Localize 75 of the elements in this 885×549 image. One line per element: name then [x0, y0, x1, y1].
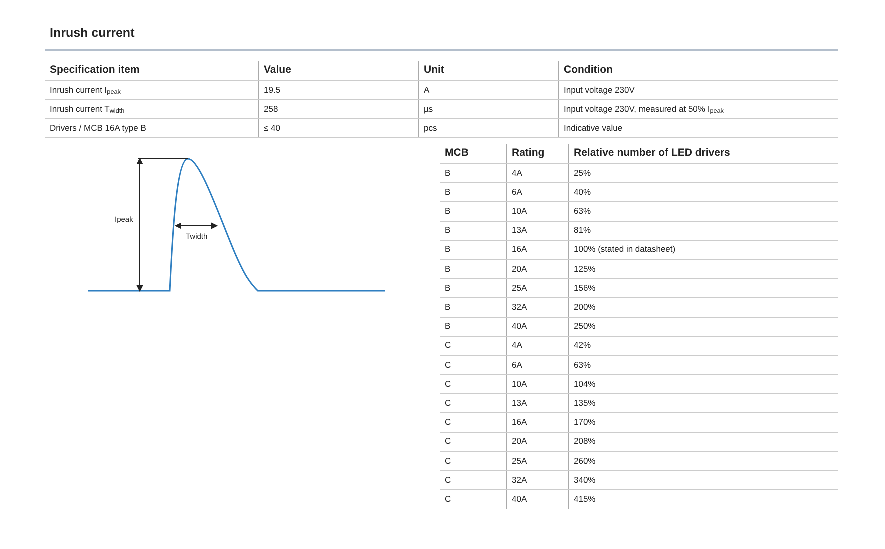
table-cell: C — [445, 454, 452, 468]
table-cell: C — [445, 435, 452, 448]
table-cell: C — [445, 396, 452, 410]
table-cell: ≤ 40 — [264, 122, 280, 134]
table-cell: B — [445, 186, 451, 199]
table-cell: Input voltage 230V, measured at 50% I$_{peak}$ — [564, 102, 724, 116]
table-cell: 25% — [574, 166, 592, 180]
table-cell: 100% (stated in datasheet) — [574, 243, 676, 256]
table-cell: Indicative value — [564, 122, 623, 134]
table-cell: C — [445, 474, 452, 486]
table-cell: 135% — [574, 396, 596, 410]
table-cell: 63% — [574, 205, 592, 218]
table-cell: 13A — [512, 224, 528, 238]
table-cell: 25A — [512, 454, 528, 468]
table-cell: 4A — [512, 339, 522, 352]
column-header: Relative number of LED drivers — [574, 146, 730, 161]
table-cell: 156% — [574, 282, 596, 295]
table-cell: C — [445, 416, 452, 429]
table-cell: 258 — [264, 102, 278, 116]
table-cell: 104% — [574, 378, 596, 391]
table-cell: 25A — [512, 282, 528, 295]
table-cell: 20A — [512, 262, 528, 276]
table-cell: 40A — [512, 320, 528, 333]
table-cell: 19.5 — [264, 84, 281, 96]
table-cell: C — [445, 378, 452, 391]
table-cell: A — [424, 84, 430, 96]
column-header: Condition — [564, 62, 613, 78]
table-cell: 16A — [512, 416, 528, 429]
table-cell: 32A — [512, 474, 528, 486]
table-cell: C — [445, 358, 452, 372]
table-cell: B — [445, 262, 451, 276]
table-cell: 4A — [512, 166, 522, 180]
table-cell: 13A — [512, 396, 528, 410]
table-cell: 40% — [574, 186, 592, 199]
table-cell: 81% — [574, 224, 592, 238]
table-cell: 63% — [574, 358, 592, 372]
table-cell: B — [445, 301, 451, 314]
table-cell: 340% — [574, 474, 596, 486]
table-cell: B — [445, 320, 451, 333]
table-cell: µs — [424, 102, 434, 116]
table-cell: 32A — [512, 301, 528, 314]
table-cell: B — [445, 282, 451, 295]
column-header: MCB — [445, 146, 469, 161]
table-cell: B — [445, 205, 451, 218]
column-header: Rating — [512, 146, 545, 161]
table-cell: C — [445, 339, 452, 352]
width-arrow — [174, 222, 218, 230]
table-cell: Input voltage 230V — [564, 84, 635, 96]
table-cell: B — [445, 166, 451, 180]
table-cell: 170% — [574, 416, 596, 429]
section-title: Inrush current — [49, 25, 136, 42]
table-cell: Inrush current I$_{peak}$ — [50, 84, 121, 96]
table-cell: Drivers / MCB 16A type B — [50, 122, 146, 134]
table-cell: 250% — [574, 320, 596, 333]
column-header: Value — [264, 62, 292, 78]
table-cell: 415% — [574, 493, 596, 506]
table-cell: B — [445, 224, 451, 238]
column-header: Specification item — [50, 62, 140, 78]
table-cell: 42% — [574, 339, 592, 352]
table-cell: B — [445, 243, 451, 256]
table-cell: 6A — [512, 186, 522, 199]
table-cell: 6A — [512, 358, 522, 372]
table-cell: C — [445, 493, 452, 506]
table-cell: Inrush current T$_{width}$ — [50, 102, 125, 116]
table-cell: 260% — [574, 454, 596, 468]
table-cell: 200% — [574, 301, 596, 314]
table-cell: 40A — [512, 493, 528, 506]
table-cell: 10A — [512, 205, 528, 218]
table-cell: 20A — [512, 435, 528, 448]
column-header: Unit — [424, 62, 444, 78]
table-cell: 208% — [574, 435, 596, 448]
table-cell: 10A — [512, 378, 528, 391]
table-cell: 125% — [574, 262, 596, 276]
table-cell: 16A — [512, 243, 528, 256]
table-cell: pcs — [424, 122, 438, 134]
